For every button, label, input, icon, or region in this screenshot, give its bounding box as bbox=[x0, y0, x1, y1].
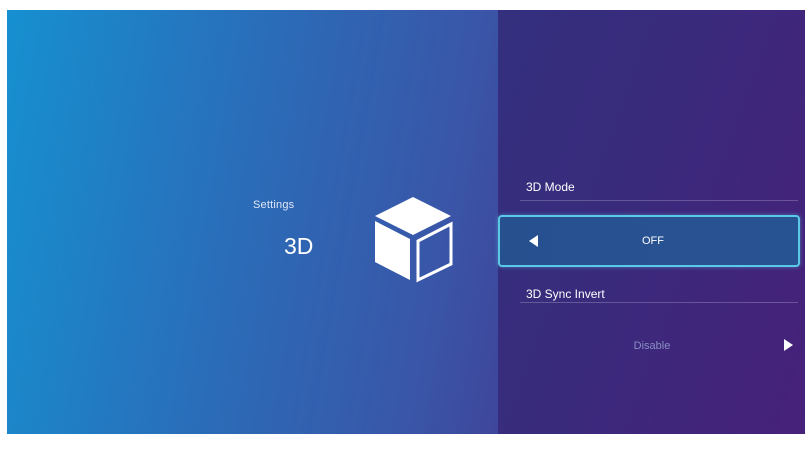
cube-icon bbox=[375, 197, 453, 283]
arrow-left-icon[interactable] bbox=[529, 235, 538, 247]
arrow-right-icon[interactable] bbox=[784, 339, 793, 351]
category-caption: Settings bbox=[253, 199, 295, 211]
setting-label-3d-sync-invert: 3D Sync Invert bbox=[526, 287, 605, 301]
setting-label-3d-mode: 3D Mode bbox=[526, 180, 575, 194]
divider bbox=[520, 200, 798, 201]
3d-mode-selector[interactable]: OFF bbox=[498, 215, 800, 267]
divider bbox=[520, 302, 798, 303]
3d-mode-value: OFF bbox=[642, 235, 664, 247]
3d-sync-invert-value: Disable bbox=[633, 340, 671, 352]
